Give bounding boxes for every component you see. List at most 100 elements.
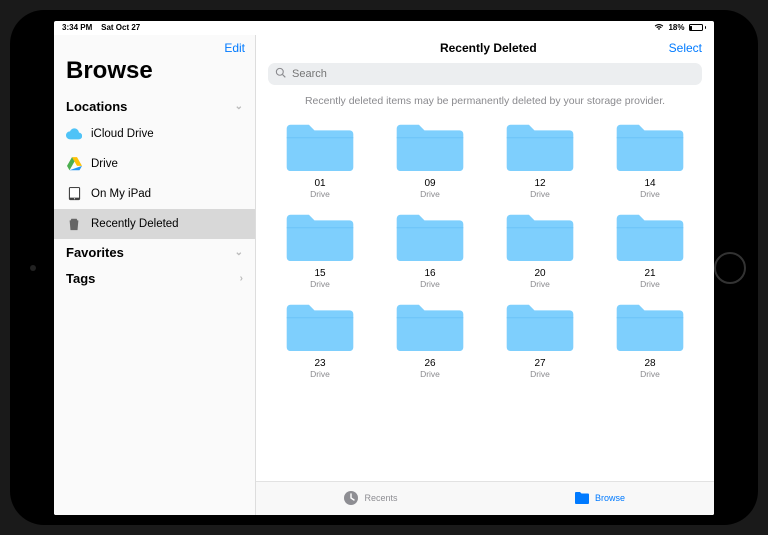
icloud-icon	[66, 126, 82, 142]
favorites-header[interactable]: Favorites ⌄	[54, 239, 255, 265]
folder-sublabel: Drive	[310, 279, 330, 289]
sidebar-item-recently-deleted[interactable]: Recently Deleted	[54, 209, 255, 239]
folder-item[interactable]: 20 Drive	[494, 209, 586, 289]
tab-bar: Recents Browse	[256, 481, 714, 515]
main-panel: Recently Deleted Select Recently deleted…	[256, 35, 714, 515]
folder-sublabel: Drive	[640, 369, 660, 379]
folder-icon	[503, 299, 577, 355]
folder-item[interactable]: 15 Drive	[274, 209, 366, 289]
sidebar-header: Edit	[54, 35, 255, 57]
chevron-right-icon: ›	[240, 273, 243, 284]
deletion-notice: Recently deleted items may be permanentl…	[256, 91, 714, 115]
folder-name: 27	[534, 358, 545, 369]
page-title: Recently Deleted	[308, 41, 669, 55]
camera-dot	[30, 265, 36, 271]
folder-sublabel: Drive	[420, 279, 440, 289]
ipad-icon	[66, 186, 82, 202]
browse-title: Browse	[54, 57, 255, 93]
folder-name: 21	[644, 268, 655, 279]
folder-sublabel: Drive	[530, 279, 550, 289]
folder-name: 15	[314, 268, 325, 279]
folder-item[interactable]: 09 Drive	[384, 119, 476, 199]
folder-icon	[574, 490, 590, 506]
status-date: Sat Oct 27	[101, 23, 140, 32]
folder-sublabel: Drive	[530, 189, 550, 199]
folder-icon	[503, 209, 577, 265]
folder-name: 16	[424, 268, 435, 279]
tab-browse[interactable]: Browse	[485, 482, 714, 515]
wifi-icon	[654, 23, 664, 33]
folder-name: 01	[314, 178, 325, 189]
tags-header[interactable]: Tags ›	[54, 265, 255, 291]
folder-item[interactable]: 27 Drive	[494, 299, 586, 379]
folder-name: 14	[644, 178, 655, 189]
folder-item[interactable]: 01 Drive	[274, 119, 366, 199]
sidebar: Edit Browse Locations ⌄ iCloud Drive	[54, 35, 256, 515]
folder-sublabel: Drive	[310, 369, 330, 379]
home-button[interactable]	[714, 252, 746, 284]
folder-sublabel: Drive	[530, 369, 550, 379]
folder-name: 26	[424, 358, 435, 369]
ipad-frame: 3:34 PM Sat Oct 27 18% Edit B	[10, 10, 758, 525]
select-button[interactable]: Select	[669, 41, 702, 55]
folder-name: 12	[534, 178, 545, 189]
folder-name: 28	[644, 358, 655, 369]
folder-icon	[613, 119, 687, 175]
tab-label: Browse	[595, 493, 625, 503]
app-body: Edit Browse Locations ⌄ iCloud Drive	[54, 35, 714, 515]
main-header: Recently Deleted Select	[256, 35, 714, 59]
sidebar-item-label: iCloud Drive	[91, 128, 154, 140]
sidebar-item-icloud[interactable]: iCloud Drive	[54, 119, 255, 149]
folder-icon	[393, 299, 467, 355]
edit-button[interactable]: Edit	[224, 41, 245, 55]
battery-percent: 18%	[668, 23, 684, 32]
tags-label: Tags	[66, 271, 95, 286]
status-bar: 3:34 PM Sat Oct 27 18%	[54, 21, 714, 35]
clock-icon	[343, 490, 359, 506]
chevron-down-icon: ⌄	[235, 101, 243, 112]
search-wrap	[268, 63, 702, 85]
folder-name: 20	[534, 268, 545, 279]
sidebar-item-label: Recently Deleted	[91, 218, 179, 230]
folder-icon	[283, 209, 357, 265]
tab-recents[interactable]: Recents	[256, 482, 485, 515]
status-time: 3:34 PM	[62, 23, 92, 32]
folder-sublabel: Drive	[640, 189, 660, 199]
locations-label: Locations	[66, 99, 127, 114]
folder-icon	[283, 119, 357, 175]
folder-icon	[613, 209, 687, 265]
folder-sublabel: Drive	[420, 189, 440, 199]
google-drive-icon	[66, 156, 82, 172]
sidebar-item-label: On My iPad	[91, 188, 151, 200]
folder-grid[interactable]: 01 Drive 09 Drive 12 Drive 14 Drive 15 D…	[256, 115, 714, 481]
battery-icon	[689, 24, 707, 31]
search-icon	[275, 65, 286, 83]
folder-item[interactable]: 21 Drive	[604, 209, 696, 289]
folder-icon	[393, 119, 467, 175]
folder-icon	[393, 209, 467, 265]
chevron-down-icon: ⌄	[235, 247, 243, 258]
folder-sublabel: Drive	[420, 369, 440, 379]
sidebar-item-onmyipad[interactable]: On My iPad	[54, 179, 255, 209]
folder-item[interactable]: 28 Drive	[604, 299, 696, 379]
locations-header[interactable]: Locations ⌄	[54, 93, 255, 119]
sidebar-item-label: Drive	[91, 158, 118, 170]
sidebar-item-drive[interactable]: Drive	[54, 149, 255, 179]
folder-name: 23	[314, 358, 325, 369]
trash-icon	[66, 216, 82, 232]
folder-item[interactable]: 23 Drive	[274, 299, 366, 379]
folder-sublabel: Drive	[640, 279, 660, 289]
search-input[interactable]	[268, 63, 702, 85]
folder-name: 09	[424, 178, 435, 189]
screen: 3:34 PM Sat Oct 27 18% Edit B	[54, 21, 714, 515]
folder-item[interactable]: 16 Drive	[384, 209, 476, 289]
folder-item[interactable]: 12 Drive	[494, 119, 586, 199]
folder-item[interactable]: 14 Drive	[604, 119, 696, 199]
tab-label: Recents	[364, 493, 397, 503]
folder-sublabel: Drive	[310, 189, 330, 199]
status-right: 18%	[654, 23, 706, 33]
folder-item[interactable]: 26 Drive	[384, 299, 476, 379]
status-left: 3:34 PM Sat Oct 27	[62, 23, 140, 32]
favorites-label: Favorites	[66, 245, 124, 260]
folder-icon	[283, 299, 357, 355]
